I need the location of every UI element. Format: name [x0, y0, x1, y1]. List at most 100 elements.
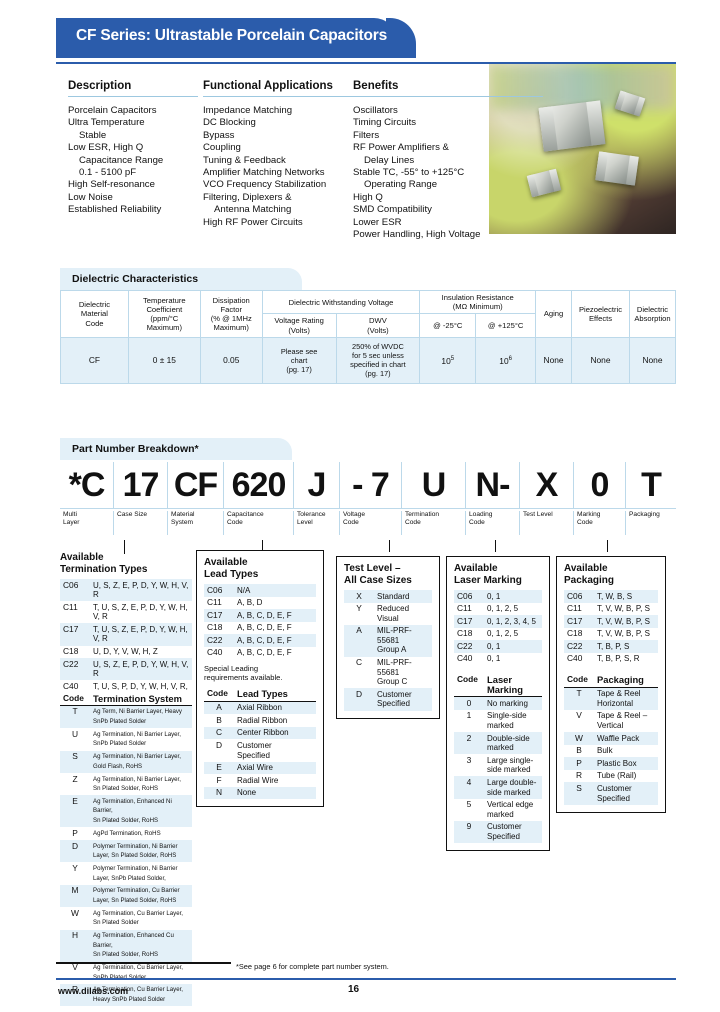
available-lead-types-panel: Available Lead Types C06 N/A C11 A, B, D C17 A… [196, 550, 324, 808]
code-column-header: Code [60, 692, 90, 706]
packaging-availability-row: C11 T, V, W, B, P, S [564, 603, 658, 616]
benefits-divider [353, 96, 543, 97]
termination-availability-row: C22 U, S, Z, E, P, D, Y, W, H, V, R [60, 658, 192, 681]
code-cell: S [564, 782, 594, 805]
description-cell: Axial Ribbon [234, 701, 316, 715]
description-item: Stable [79, 129, 107, 141]
packaging-availability-row: C40 T, B, P, S, R [564, 653, 658, 666]
packaging-availability-row: C06 T, W, B, S [564, 590, 658, 603]
laser-availability-row: C22 0, 1 [454, 640, 542, 653]
part-number-label-6: Voltage Code [340, 511, 402, 535]
termination-types-heading: Available Termination Types [60, 552, 148, 575]
description-cell: Ag Term, Ni Barrier Layer, Heavy SnPb Pla… [90, 705, 192, 729]
code-cell: S [60, 750, 90, 773]
td-dissipation-factor: 0.05 [199, 336, 263, 384]
code-list: 0, 1 [484, 640, 542, 653]
description-cell: Vertical edge marked [487, 800, 534, 819]
description-cell: Standard [374, 590, 432, 603]
code-cell: U [71, 728, 79, 739]
code-list: T, V, W, B, P, S [597, 629, 650, 639]
th-ir-minus25c: @ -25°C [419, 313, 477, 338]
code-list: T, V, W, B, P, S [594, 615, 658, 628]
part-number-segment-1: *C [60, 462, 114, 508]
code-cell: A [344, 624, 374, 657]
available-packaging-panel: Available Packaging C06 T, W, B, S C11 T, V,… [556, 556, 666, 813]
part-number-segment-7: U [402, 462, 466, 508]
termination-system-row: D Polymer Termination, Ni Barrier Layer, S… [60, 840, 192, 863]
code-list: A, B, C, D, E, F [237, 648, 292, 658]
case-size: C18 [207, 622, 223, 633]
footer-website[interactable]: www.dilabs.com [58, 986, 128, 996]
benefit-item: High Q [353, 191, 383, 203]
packaging-availability-row: C17 T, V, W, B, P, S [564, 615, 658, 628]
description-cell: Center Ribbon [234, 726, 316, 740]
part-number-heading-bar: Part Number Breakdown* [60, 438, 292, 460]
code-cell: C [204, 726, 234, 740]
laser-marking-row: 3 Large single-side marked [454, 754, 542, 776]
case-size: C17 [564, 615, 594, 628]
code-cell: X [344, 590, 374, 603]
part-number-segment-9: X [520, 462, 574, 508]
description-cell: MIL-PRF-55681 Group C [377, 658, 412, 687]
code-cell: 2 [454, 732, 484, 755]
case-size: C11 [567, 603, 582, 614]
code-list: 0, 1, 2, 5 [487, 629, 519, 639]
lead-types-heading: Available Lead Types [204, 557, 259, 580]
case-size: C17 [454, 615, 484, 628]
laser-availability-row: C18 0, 1, 2, 5 [454, 628, 542, 641]
termination-system-header-row: Code Termination System [60, 692, 192, 706]
code-cell: 1 [466, 710, 472, 721]
description-cell: Tube (Rail) [597, 771, 637, 781]
case-size: C11 [457, 603, 472, 614]
description-cell: Plastic Box [594, 757, 658, 770]
benefit-item: Filters [353, 129, 380, 141]
description-cell: Large double-side marked [484, 776, 542, 799]
description-item: Porcelain Capacitors [68, 105, 157, 116]
part-number-labels-row: Multi Layer Case Size Material System Capacit… [60, 509, 676, 535]
lead-availability-row: C06 N/A [204, 584, 316, 597]
termination-availability-row: C17 T, U, S, Z, E, P, D, Y, W, H, V, R [60, 623, 192, 646]
description-cell: Large single-side marked [487, 755, 534, 775]
part-number-segment-10: 0 [574, 462, 626, 508]
dielectric-header-row-1: Dielectric Material Code Temperature Coe… [60, 289, 677, 338]
code-column-header: Code [204, 687, 234, 702]
code-cell: V [72, 962, 78, 973]
benefits-list: Oscillators Timing Circuits Filters RF Powe… [353, 105, 543, 241]
part-number-segment-3: CF [168, 462, 224, 508]
application-item: Bypass [203, 129, 235, 141]
part-number-breakdown-section: Part Number Breakdown* *C 17 CF 620 J - 7 U N- X… [60, 438, 676, 535]
application-item: VCO Frequency Stabilization [203, 179, 327, 191]
laser-marking-row: 5 Vertical edge marked [454, 799, 542, 821]
code-cell: D [344, 688, 374, 711]
description-cell: Double-side marked [484, 732, 542, 755]
description-cell: Bulk [597, 746, 613, 756]
th-piezoelectric-effects: Piezoelectric Effects [571, 290, 630, 338]
case-size: C06 [454, 590, 484, 603]
case-size: C40 [457, 653, 473, 664]
description-item: Established Reliability [68, 204, 162, 216]
code-list: T, B, P, S, R [597, 654, 640, 664]
code-cell: 0 [454, 696, 484, 710]
code-list: U, S, Z, E, P, D, Y, W, H, V, R [90, 658, 192, 681]
code-cell: T [564, 687, 594, 710]
description-cell: Radial Ribbon [237, 715, 288, 725]
code-list: T, B, P, S [594, 640, 658, 653]
termination-system-row: P AgPd Termination, RoHS [60, 827, 192, 840]
case-size: C22 [564, 640, 594, 653]
code-column-header: Code [564, 673, 594, 688]
termination-availability-row: C18 U, D, Y, V, W, H, Z [60, 646, 192, 659]
case-size: C18 [63, 646, 79, 657]
code-column-header: Code [454, 673, 484, 698]
case-size: C06 [60, 579, 90, 602]
description-cell: Ag Termination, Ni Barrier Layer, SnPb Pl… [93, 730, 181, 748]
description-cell: Ag Termination, Cu Barrier Layer,SnPb Pl… [93, 964, 183, 981]
termination-system-row: W Ag Termination, Cu Barrier Layer, Sn Pla… [60, 907, 192, 929]
dielectric-heading: Dielectric Characteristics [72, 273, 199, 285]
benefit-item: Power Handling, High Voltage [353, 229, 481, 241]
laser-marking-heading: Available Laser Marking [454, 563, 522, 586]
code-cell: Z [72, 773, 78, 784]
description-cell: Ag Termination, Enhanced Cu Barrier, Sn P… [90, 929, 192, 962]
code-cell: M [60, 884, 90, 908]
case-size: C40 [207, 647, 223, 658]
lead-availability-row: C40 A, B, C, D, E, F [204, 647, 316, 660]
